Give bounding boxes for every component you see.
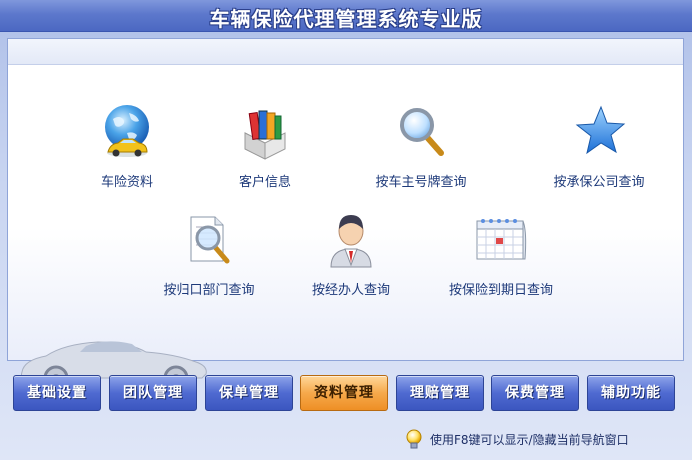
item-query-by-handler[interactable]: 按经办人查询 <box>276 211 426 298</box>
item-label: 按保险到期日查询 <box>448 283 553 298</box>
item-query-by-department[interactable]: 按归口部门查询 <box>134 211 284 298</box>
navigation-panel: 车险资料 客户信息 按车主号牌查询 按承保公司查询 按归口部门查询 按经办人查询… <box>7 38 684 388</box>
title-bar: 车辆保险代理管理系统专业版 <box>0 0 692 32</box>
books-icon <box>244 110 286 160</box>
item-label: 按车主号牌查询 <box>375 175 467 190</box>
nav-basic-settings-button[interactable]: 基础设置 <box>13 375 101 411</box>
lightbulb-icon <box>406 429 422 449</box>
item-customer-info[interactable]: 客户信息 <box>190 103 340 190</box>
nav-team-management-button[interactable]: 团队管理 <box>109 375 197 411</box>
item-label: 按归口部门查询 <box>163 283 255 298</box>
panel-body: 车险资料 客户信息 按车主号牌查询 按承保公司查询 按归口部门查询 按经办人查询… <box>8 66 683 388</box>
nav-data-management-button[interactable]: 资料管理 <box>300 375 388 411</box>
magnifier-icon <box>400 108 444 156</box>
nav-claims-management-button[interactable]: 理赔管理 <box>396 375 484 411</box>
globe-car-icon <box>105 105 149 157</box>
nav-policy-management-button[interactable]: 保单管理 <box>205 375 293 411</box>
hint-text: 使用F8键可以显示/隐藏当前导航窗口 <box>430 433 629 447</box>
person-icon <box>330 215 372 268</box>
item-label: 客户信息 <box>238 175 291 190</box>
window-title: 车辆保险代理管理系统专业版 <box>209 7 483 31</box>
nav-premium-management-button[interactable]: 保费管理 <box>491 375 579 411</box>
star-icon <box>575 105 626 155</box>
item-label: 车险资料 <box>100 175 153 190</box>
item-query-by-expiry-date[interactable]: 按保险到期日查询 <box>426 211 576 298</box>
item-query-by-plate[interactable]: 按车主号牌查询 <box>346 103 496 190</box>
item-label: 按经办人查询 <box>311 283 390 298</box>
item-label: 按承保公司查询 <box>553 175 645 190</box>
item-query-by-insurer[interactable]: 按承保公司查询 <box>524 103 674 190</box>
panel-header <box>8 39 683 65</box>
nav-auxiliary-functions-button[interactable]: 辅助功能 <box>587 375 675 411</box>
item-vehicle-insurance-data[interactable]: 车险资料 <box>52 103 202 190</box>
calendar-icon <box>476 219 527 260</box>
document-search-icon <box>190 216 230 264</box>
